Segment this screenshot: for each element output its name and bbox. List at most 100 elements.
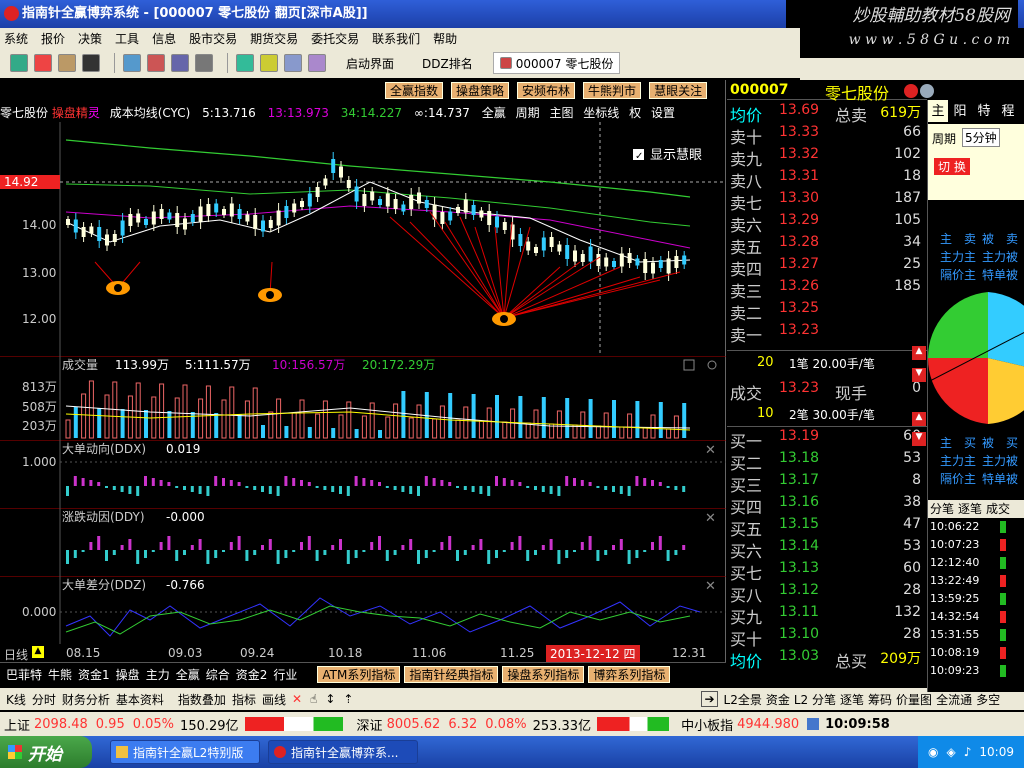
btn-index-overlay[interactable]: 指数叠加: [178, 691, 226, 708]
sell-level-row[interactable]: 卖六 13.29 105: [727, 212, 927, 235]
sell-level-row[interactable]: 卖九 13.32 102: [727, 146, 927, 169]
task-folder[interactable]: 指南针全赢L2特别版: [110, 740, 260, 764]
series-classic[interactable]: 指南针经典指标: [404, 666, 499, 683]
sell-level-row[interactable]: 卖三 13.26 185: [727, 278, 927, 301]
tab-bull-bear[interactable]: 牛熊: [48, 666, 72, 683]
sell-level-row[interactable]: 卖二 13.25: [727, 300, 927, 323]
tick-tab-2[interactable]: 成交: [986, 500, 1010, 518]
tab-main-force[interactable]: 主力: [146, 666, 170, 683]
pointer-icon[interactable]: ☝: [310, 692, 317, 706]
tray-icon-1[interactable]: ◉: [928, 745, 938, 759]
tray-icon-3[interactable]: ♪: [964, 745, 972, 759]
series-game[interactable]: 博弈系列指标: [588, 666, 671, 683]
scroll-down-icon[interactable]: ▼: [912, 432, 926, 446]
key-icon[interactable]: [34, 54, 52, 72]
tab-all-win[interactable]: 全赢: [176, 666, 200, 683]
ddy-panel[interactable]: 涨跌动因(DDY) -0.000 ✕: [0, 508, 726, 576]
link-period[interactable]: 周期: [516, 106, 540, 120]
tick-tab-1[interactable]: 逐笔: [958, 500, 982, 518]
btn-basic-info[interactable]: 基本资料: [116, 691, 164, 708]
chart-icon[interactable]: [147, 54, 165, 72]
menu-stock-trade[interactable]: 股市交易: [189, 30, 237, 47]
scroll-up-icon[interactable]: ▲: [912, 346, 926, 360]
menu-icon[interactable]: [920, 84, 934, 98]
series-atm[interactable]: ATM系列指标: [317, 666, 401, 683]
book-icon[interactable]: [58, 54, 76, 72]
ddz-panel[interactable]: 大单差分(DDZ) -0.766 0.000 ✕: [0, 576, 726, 644]
buy-level-row[interactable]: 买一13.1960: [727, 428, 927, 451]
btn-long-short[interactable]: 多空: [976, 691, 1000, 708]
report-icon[interactable]: [123, 54, 141, 72]
btn-tick-by-tick[interactable]: 逐笔: [840, 691, 864, 708]
btn-price-volume[interactable]: 价量图: [896, 691, 932, 708]
stock-selector[interactable]: 000007 零七股份: [492, 52, 621, 74]
avg-price-row[interactable]: 均价 13.69 总卖 619万: [727, 102, 927, 125]
monitor-icon[interactable]: [82, 54, 100, 72]
buy-level-row[interactable]: 买四 13.16 38: [727, 494, 927, 517]
btn-l2-panorama[interactable]: L2全景: [724, 691, 762, 708]
btn-financial[interactable]: 财务分析: [62, 691, 110, 708]
buy-level-row[interactable]: 买八 13.12 28: [727, 582, 927, 605]
scroll-down-icon[interactable]: ▼: [912, 368, 926, 382]
menu-system[interactable]: 系统: [4, 30, 28, 47]
sell-level-row[interactable]: 卖十 13.33 66: [727, 124, 927, 147]
pie-icon[interactable]: [236, 54, 254, 72]
period-tab[interactable]: 日线: [4, 646, 28, 663]
btn-bull-bear[interactable]: 牛熊判市: [583, 82, 642, 99]
buy-level-row[interactable]: 买九 13.11 132: [727, 604, 927, 627]
ddx-panel[interactable]: 大单动向(DDX) 0.019 1.000 ✕: [0, 440, 726, 508]
menu-info[interactable]: 信息: [152, 30, 176, 47]
menu-help[interactable]: 帮助: [433, 30, 457, 47]
btn-fund[interactable]: 资金: [766, 691, 790, 708]
side-tab-program[interactable]: 程: [996, 100, 1020, 122]
status-icon[interactable]: [807, 718, 820, 730]
buy-level-row[interactable]: 买五 13.15 47: [727, 516, 927, 539]
menu-futures[interactable]: 期货交易: [250, 30, 298, 47]
grid-icon[interactable]: [10, 54, 28, 72]
arrow-right-icon[interactable]: ➔: [701, 691, 718, 707]
btn-indicator[interactable]: 指标: [232, 691, 256, 708]
tab-fund2[interactable]: 资金2: [236, 666, 268, 683]
stamp-icon[interactable]: [308, 54, 326, 72]
tab-operation[interactable]: 操盘: [116, 666, 140, 683]
tray-icon-2[interactable]: ◈: [947, 745, 956, 759]
scroll-up-icon[interactable]: ▲: [912, 412, 926, 426]
tick-tab-0[interactable]: 分笔: [930, 500, 954, 518]
series-operation[interactable]: 操盘系列指标: [502, 666, 585, 683]
menu-tools[interactable]: 工具: [115, 30, 139, 47]
delete-icon[interactable]: ✕: [292, 692, 302, 706]
btn-kline[interactable]: K线: [6, 691, 26, 708]
volume-panel[interactable]: 成交量 113.99万 5:111.57万 10:156.57万 20:172.…: [0, 356, 726, 440]
btn-full-circulation[interactable]: 全流通: [936, 691, 972, 708]
tag-spirit[interactable]: 灵: [88, 106, 100, 120]
btn-bollinger[interactable]: 安频布林: [517, 82, 576, 99]
tab-industry[interactable]: 行业: [273, 666, 297, 683]
tab-fund1[interactable]: 资金1: [78, 666, 110, 683]
ddz-rank-button[interactable]: DDZ排名: [422, 55, 473, 72]
bar-chart-icon[interactable]: [171, 54, 189, 72]
side-period-select[interactable]: 5分钟: [962, 128, 1000, 147]
link-allwin[interactable]: 全赢: [482, 106, 506, 120]
sell-level-row[interactable]: 卖五 13.28 34: [727, 234, 927, 257]
sell-level-row[interactable]: 卖四 13.27 25: [727, 256, 927, 279]
sell-level-row[interactable]: 卖八 13.31 18: [727, 168, 927, 191]
side-tab-main[interactable]: 主: [928, 100, 948, 122]
sell-level-row[interactable]: 卖七 13.30 187: [727, 190, 927, 213]
side-tab-yang[interactable]: 阳: [948, 100, 972, 122]
start-button[interactable]: 开始: [0, 736, 92, 768]
pen-icon[interactable]: [260, 54, 278, 72]
menu-quote[interactable]: 报价: [41, 30, 65, 47]
buy-level-row[interactable]: 买二 13.18 53: [727, 450, 927, 473]
tab-comprehensive[interactable]: 综合: [206, 666, 230, 683]
buy-level-row[interactable]: 买十 13.10 28: [727, 626, 927, 649]
tag-operation[interactable]: 操盘精: [52, 106, 88, 120]
btn-l2-tick[interactable]: L2 分笔: [794, 691, 836, 708]
move-icon[interactable]: ↕: [325, 692, 335, 706]
candlestick-chart[interactable]: 14.92 14.00 13.00 12.00 ✓ 显示慧眼: [0, 122, 726, 356]
btn-smart-eye[interactable]: 慧眼关注: [649, 82, 708, 99]
move-up-icon[interactable]: ⇡: [343, 692, 353, 706]
play-icon[interactable]: [904, 84, 918, 98]
buy-level-row[interactable]: 买三 13.17 8: [727, 472, 927, 495]
home-screen-button[interactable]: 启动界面: [346, 55, 394, 72]
buy-level-row[interactable]: 买七 13.13 60: [727, 560, 927, 583]
